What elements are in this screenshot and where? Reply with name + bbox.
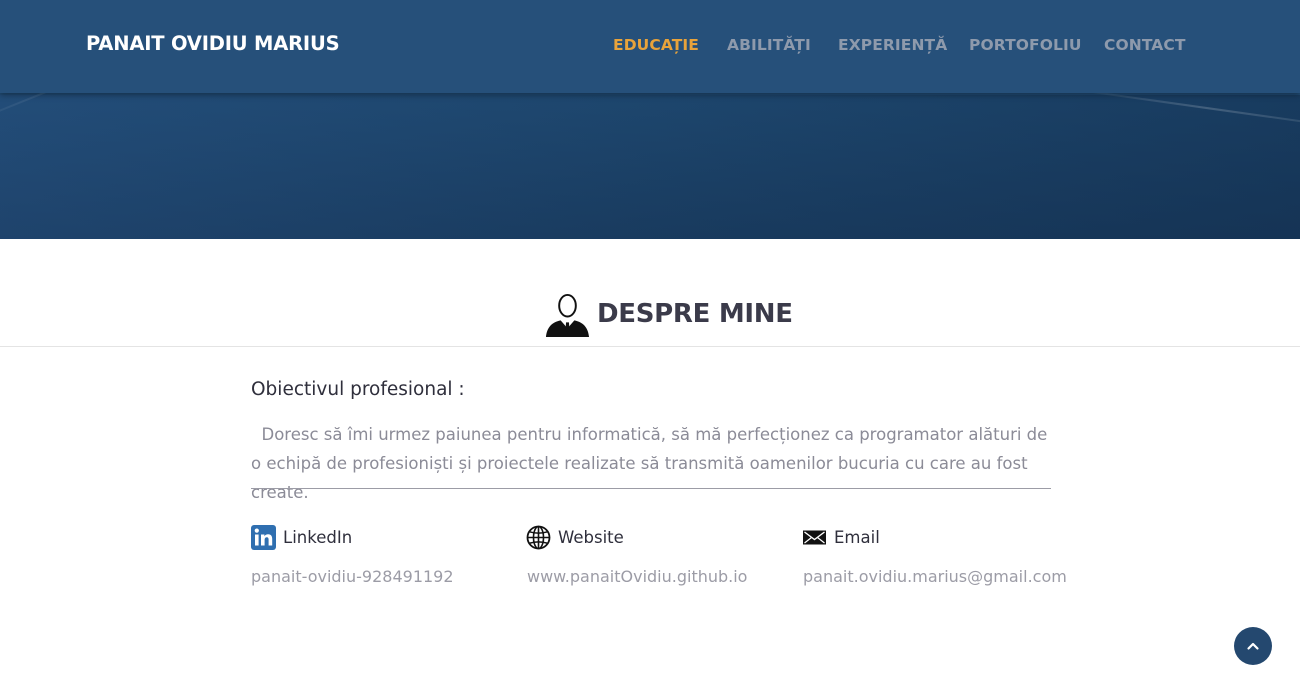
- nav-item-contact[interactable]: CONTACT: [1104, 36, 1186, 54]
- nav-item-abilitati[interactable]: ABILITĂȚI: [727, 36, 811, 54]
- linkedin-label: LinkedIn: [283, 528, 353, 547]
- divider: [251, 488, 1051, 489]
- objective-heading: Obiectivul profesional :: [251, 379, 465, 400]
- email-value[interactable]: panait.ovidiu.marius@gmail.com: [803, 567, 1067, 586]
- linkedin-value[interactable]: panait-ovidiu-928491192: [251, 567, 454, 586]
- hero-shade: [0, 95, 1300, 239]
- nav-item-educatie[interactable]: EDUCAȚIE: [613, 36, 699, 54]
- section-title: DESPRE MINE: [597, 299, 793, 329]
- linkedin-icon: [251, 525, 276, 550]
- top-navbar: PANAIT OVIDIU MARIUS EDUCAȚIE ABILITĂȚI …: [0, 0, 1300, 93]
- person-suit-icon: [545, 293, 590, 338]
- nav-item-portofoliu[interactable]: PORTOFOLIU: [969, 36, 1082, 54]
- website-value[interactable]: www.panaitOvidiu.github.io: [527, 567, 747, 586]
- chevron-up-icon: [1247, 642, 1259, 650]
- objective-text: Doresc să îmi urmez paiunea pentru infor…: [251, 420, 1051, 507]
- website-label: Website: [558, 528, 624, 547]
- about-section-header: DESPRE MINE: [0, 285, 1300, 347]
- globe-icon: [526, 525, 551, 550]
- envelope-icon: [803, 530, 826, 545]
- objective-text-body: Doresc să îmi urmez paiunea pentru infor…: [251, 425, 1048, 502]
- nav-item-experienta[interactable]: EXPERIENȚĂ: [838, 36, 947, 54]
- email-label: Email: [834, 528, 880, 547]
- brand-name[interactable]: PANAIT OVIDIU MARIUS: [86, 32, 340, 55]
- back-to-top-button[interactable]: [1234, 627, 1272, 665]
